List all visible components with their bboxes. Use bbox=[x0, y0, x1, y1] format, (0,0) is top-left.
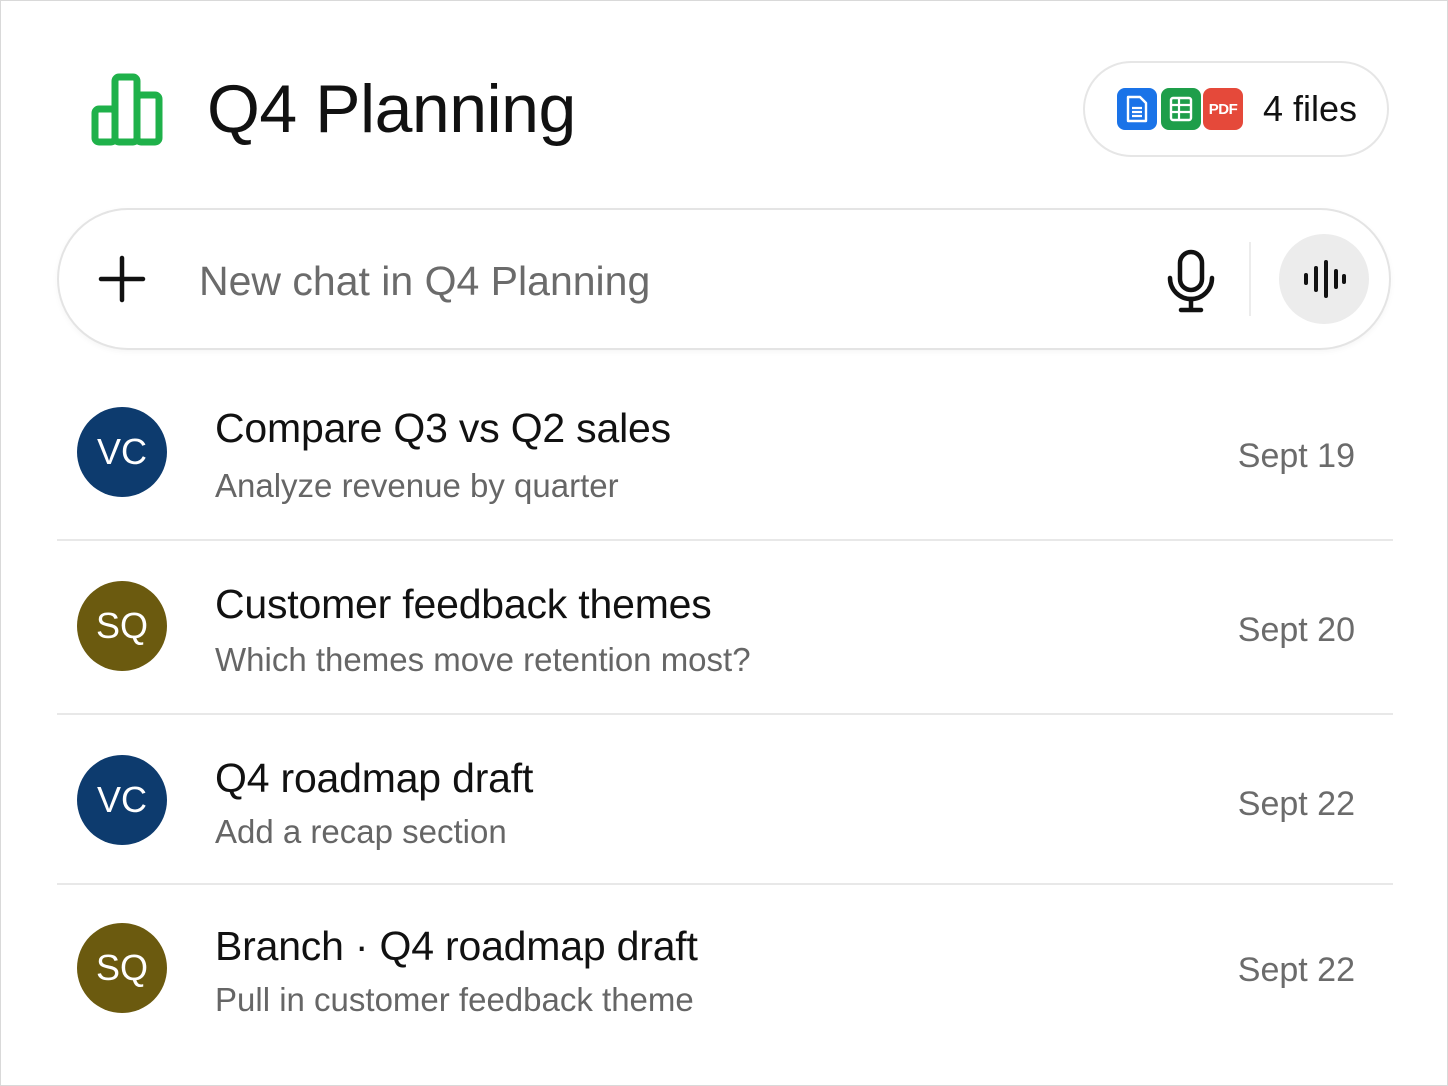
microphone-icon[interactable] bbox=[1163, 248, 1219, 314]
chat-input[interactable] bbox=[199, 246, 1099, 316]
chat-title: Compare Q3 vs Q2 sales bbox=[215, 405, 671, 451]
bar-chart-icon bbox=[91, 73, 163, 146]
plus-icon[interactable] bbox=[89, 246, 155, 312]
chat-title: Customer feedback themes bbox=[215, 581, 712, 627]
chat-date: Sept 19 bbox=[1237, 437, 1355, 475]
voice-waveform-icon bbox=[1304, 260, 1346, 298]
files-count: 4 files bbox=[1263, 88, 1358, 129]
chat-item[interactable]: VC Compare Q3 vs Q2 sales Analyze revenu… bbox=[57, 371, 1393, 541]
file-icons: PDF bbox=[1115, 86, 1247, 132]
header: Q4 Planning PDF 4 files bbox=[1, 1, 1448, 201]
chat-date: Sept 22 bbox=[1237, 951, 1355, 989]
chat-item[interactable]: VC Q4 roadmap draft Add a recap section … bbox=[57, 715, 1393, 885]
composer bbox=[57, 208, 1391, 350]
pdf-icon: PDF bbox=[1201, 86, 1245, 132]
voice-mode-button[interactable] bbox=[1279, 234, 1369, 324]
avatar: VC bbox=[77, 755, 167, 845]
chat-date: Sept 22 bbox=[1237, 785, 1355, 823]
spreadsheet-icon bbox=[1159, 86, 1203, 132]
avatar: VC bbox=[77, 407, 167, 497]
avatar: SQ bbox=[77, 581, 167, 671]
chat-subtitle: Pull in customer feedback theme bbox=[215, 981, 694, 1018]
chat-title: Branch · Q4 roadmap draft bbox=[215, 923, 698, 969]
document-icon bbox=[1115, 86, 1159, 132]
chat-title: Q4 roadmap draft bbox=[215, 755, 534, 801]
files-button[interactable]: PDF 4 files bbox=[1083, 61, 1389, 157]
chat-subtitle: Which themes move retention most? bbox=[215, 641, 751, 678]
chat-list: VC Compare Q3 vs Q2 sales Analyze revenu… bbox=[57, 371, 1393, 1055]
pdf-label: PDF bbox=[1208, 100, 1238, 118]
page-title: Q4 Planning bbox=[207, 71, 576, 147]
chat-subtitle: Add a recap section bbox=[215, 813, 507, 850]
composer-divider bbox=[1249, 242, 1251, 316]
chat-item[interactable]: SQ Branch · Q4 roadmap draft Pull in cus… bbox=[57, 885, 1393, 1055]
chat-date: Sept 20 bbox=[1237, 611, 1355, 649]
chat-item[interactable]: SQ Customer feedback themes Which themes… bbox=[57, 541, 1393, 715]
chat-subtitle: Analyze revenue by quarter bbox=[215, 467, 619, 504]
avatar: SQ bbox=[77, 923, 167, 1013]
